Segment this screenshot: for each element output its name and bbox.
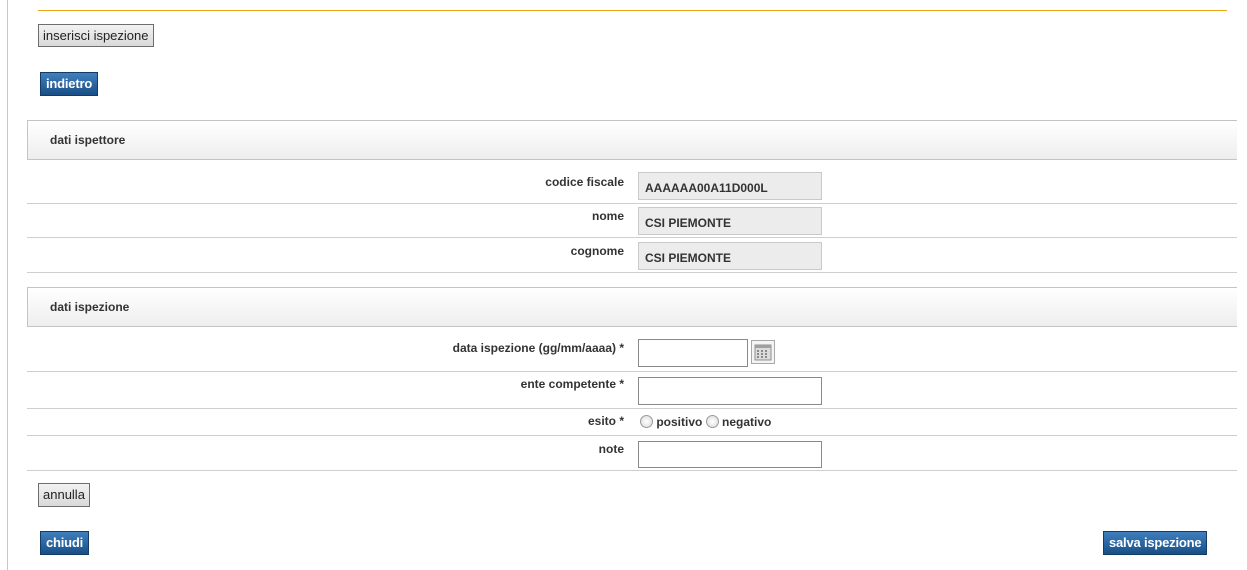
back-button[interactable]: indietro <box>40 72 99 96</box>
codice-fiscale-field: AAAAAA00A11D000L <box>638 172 822 200</box>
inspector-section-title: dati ispettore <box>50 133 126 147</box>
notes-row: note <box>27 436 1237 471</box>
date-label: data ispezione (gg/mm/aaaa) * <box>452 341 624 355</box>
radio-positivo-label[interactable]: positivo <box>656 415 702 429</box>
outcome-row: esito * positivo negativo <box>27 409 1237 436</box>
inspection-section-title: dati ispezione <box>50 300 130 314</box>
outcome-options: positivo negativo <box>640 415 771 429</box>
cancel-button[interactable]: annulla <box>38 483 90 507</box>
cognome-row: cognome CSI PIEMONTE <box>27 238 1237 273</box>
codice-fiscale-label: codice fiscale <box>545 175 624 189</box>
notes-label: note <box>598 442 624 456</box>
insert-inspection-button[interactable]: inserisci ispezione <box>38 24 154 47</box>
codice-fiscale-row: codice fiscale AAAAAA00A11D000L <box>27 168 1237 204</box>
calendar-icon[interactable] <box>751 340 775 364</box>
nome-field: CSI PIEMONTE <box>638 207 822 235</box>
outcome-label: esito * <box>587 414 624 428</box>
nome-label: nome <box>591 209 624 223</box>
radio-negativo-label[interactable]: negativo <box>722 415 771 429</box>
inspection-section-header: dati ispezione <box>27 287 1237 327</box>
left-border <box>7 0 8 570</box>
notes-input[interactable] <box>638 441 822 468</box>
header-accent-rule <box>38 10 1227 11</box>
date-row: data ispezione (gg/mm/aaaa) * <box>27 335 1237 372</box>
radio-positivo[interactable] <box>640 415 653 428</box>
radio-negativo[interactable] <box>705 415 719 428</box>
save-inspection-button[interactable]: salva ispezione <box>1103 531 1208 555</box>
authority-label: ente competente * <box>520 377 624 391</box>
authority-input[interactable] <box>638 377 822 405</box>
inspector-section-header: dati ispettore <box>27 120 1237 160</box>
cognome-field: CSI PIEMONTE <box>638 242 822 270</box>
authority-row: ente competente * <box>27 372 1237 409</box>
cognome-label: cognome <box>570 244 624 258</box>
close-button[interactable]: chiudi <box>40 531 90 555</box>
nome-row: nome CSI PIEMONTE <box>27 204 1237 238</box>
date-input[interactable] <box>638 339 748 367</box>
